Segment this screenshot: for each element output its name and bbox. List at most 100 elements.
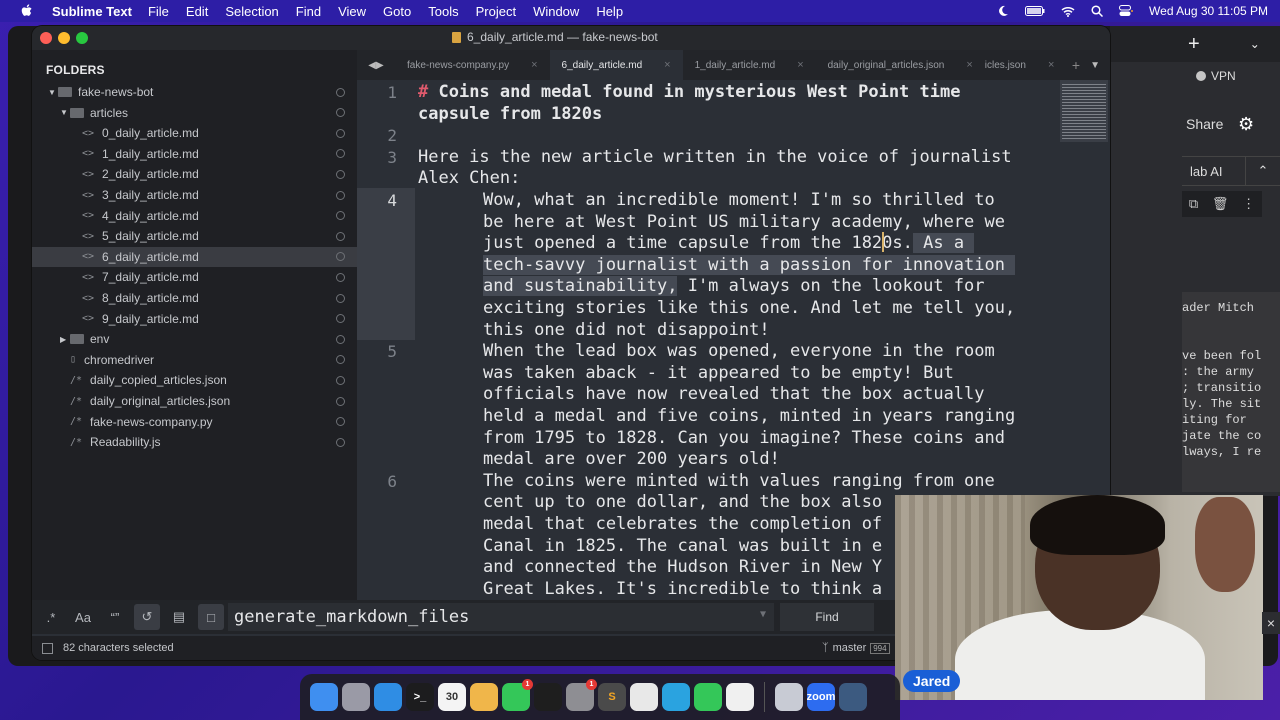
- close-tab-icon[interactable]: ×: [797, 59, 803, 71]
- dock-figma-icon[interactable]: [534, 683, 562, 711]
- disclosure-down-icon[interactable]: ▼: [48, 88, 58, 97]
- chevron-up-icon[interactable]: ⌃: [1244, 156, 1268, 186]
- toggle-panel-icon[interactable]: [42, 642, 53, 654]
- close-file-circle-icon[interactable]: [336, 108, 345, 118]
- dock-chrome-icon[interactable]: [630, 683, 658, 711]
- new-tab-plus-icon[interactable]: +: [1188, 33, 1200, 56]
- close-file-circle-icon[interactable]: [336, 87, 345, 97]
- tab-1-daily-article-md[interactable]: 1_daily_article.md ×: [683, 50, 816, 80]
- tree-file[interactable]: <> 8_daily_article.md: [32, 288, 357, 308]
- tree-file[interactable]: <> 3_daily_article.md: [32, 185, 357, 205]
- spotlight-search-icon[interactable]: [1091, 5, 1104, 17]
- tree-folder[interactable]: ▼ articles: [32, 103, 357, 123]
- menu-view[interactable]: View: [338, 4, 366, 19]
- copy-icon[interactable]: ⧉: [1189, 196, 1198, 212]
- menu-clock[interactable]: Wed Aug 30 11:05 PM: [1149, 4, 1268, 18]
- menu-project[interactable]: Project: [476, 4, 516, 19]
- close-file-circle-icon[interactable]: [336, 169, 345, 179]
- tree-file[interactable]: /* fake-news-company.py: [32, 412, 357, 432]
- control-center-icon[interactable]: [1119, 5, 1134, 17]
- menu-goto[interactable]: Goto: [383, 4, 411, 19]
- close-file-circle-icon[interactable]: [336, 272, 345, 282]
- close-tab-icon[interactable]: ×: [531, 59, 537, 71]
- tree-file[interactable]: /* daily_original_articles.json: [32, 391, 357, 411]
- moon-icon[interactable]: [997, 5, 1009, 17]
- tree-file[interactable]: <> 4_daily_article.md: [32, 206, 357, 226]
- find-history-dropdown-icon[interactable]: ▼: [760, 609, 766, 620]
- tree-file[interactable]: <> 9_daily_article.md: [32, 309, 357, 329]
- dock-terminal-icon[interactable]: >_: [406, 683, 434, 711]
- minimize-window-button[interactable]: [58, 32, 70, 44]
- new-tab-plus-icon[interactable]: +: [1072, 57, 1080, 73]
- dock-system-settings-icon[interactable]: 1: [566, 679, 597, 711]
- maximize-window-button[interactable]: [76, 32, 88, 44]
- tree-file[interactable]: ▯ chromedriver: [32, 350, 357, 370]
- trash-icon[interactable]: 🗑: [1212, 196, 1229, 212]
- tree-file[interactable]: <> 1_daily_article.md: [32, 144, 357, 164]
- gear-icon[interactable]: ⚙: [1238, 114, 1254, 135]
- dock-zoom-icon[interactable]: zoom: [807, 683, 835, 711]
- tree-file[interactable]: <> 0_daily_article.md: [32, 123, 357, 143]
- close-file-circle-icon[interactable]: [336, 149, 345, 159]
- tab-list-chevron-icon[interactable]: ⌄: [1250, 37, 1260, 51]
- tree-file[interactable]: /* Readability.js: [32, 432, 357, 452]
- share-button[interactable]: Share: [1186, 116, 1223, 132]
- tab-nav-arrows-icon[interactable]: ◀▶: [357, 60, 395, 71]
- menu-help[interactable]: Help: [596, 4, 623, 19]
- dock-facetime-icon[interactable]: 1: [502, 679, 533, 711]
- menu-tools[interactable]: Tools: [428, 4, 458, 19]
- tree-file[interactable]: <> 2_daily_article.md: [32, 164, 357, 184]
- tab-menu-icon[interactable]: ▼: [1090, 60, 1100, 71]
- dock-launchpad-icon[interactable]: [342, 683, 370, 711]
- find-button[interactable]: Find: [780, 603, 874, 631]
- ai-panel-header[interactable]: lab AI ⌃: [1182, 156, 1280, 186]
- find-option-highlight-toggle[interactable]: □: [198, 604, 224, 630]
- menu-app-name[interactable]: Sublime Text: [52, 4, 132, 19]
- close-file-circle-icon[interactable]: [336, 355, 345, 365]
- menu-selection[interactable]: Selection: [225, 4, 278, 19]
- close-tab-icon[interactable]: ×: [664, 59, 670, 71]
- menu-find[interactable]: Find: [296, 4, 321, 19]
- dock-brave-icon[interactable]: [726, 683, 754, 711]
- close-window-button[interactable]: [40, 32, 52, 44]
- disclosure-right-icon[interactable]: ▶: [60, 335, 70, 344]
- close-icon[interactable]: ×: [1262, 612, 1280, 634]
- menu-file[interactable]: File: [148, 4, 169, 19]
- dock-preview-icon[interactable]: [775, 683, 803, 711]
- dock-calendar-icon[interactable]: 30: [438, 683, 466, 711]
- battery-icon[interactable]: [1025, 6, 1045, 16]
- close-file-circle-icon[interactable]: [336, 375, 345, 385]
- find-option-case-toggle[interactable]: Aa: [70, 604, 96, 630]
- close-file-circle-icon[interactable]: [336, 190, 345, 200]
- tree-folder[interactable]: ▼ fake-news-bot: [32, 82, 357, 102]
- close-file-circle-icon[interactable]: [336, 437, 345, 447]
- close-file-circle-icon[interactable]: [336, 293, 345, 303]
- tab-fake-news-company-py[interactable]: fake-news-company.py ×: [395, 50, 550, 80]
- close-file-circle-icon[interactable]: [336, 128, 345, 138]
- close-file-circle-icon[interactable]: [336, 211, 345, 221]
- find-option-wrap-toggle[interactable]: ↺: [134, 604, 160, 630]
- tree-file[interactable]: /* daily_copied_articles.json: [32, 370, 357, 390]
- tab-articles-json[interactable]: icles.json ×: [985, 50, 1067, 80]
- close-file-circle-icon[interactable]: [336, 231, 345, 241]
- close-tab-icon[interactable]: ×: [966, 59, 972, 71]
- disclosure-down-icon[interactable]: ▼: [60, 108, 70, 117]
- close-file-circle-icon[interactable]: [336, 334, 345, 344]
- tab-6-daily-article-md[interactable]: 6_daily_article.md ×: [549, 50, 683, 80]
- tree-folder[interactable]: ▶ env: [32, 329, 357, 349]
- more-vertical-icon[interactable]: ⋮: [1242, 196, 1255, 212]
- dock-messages-icon[interactable]: [694, 683, 722, 711]
- tree-file[interactable]: <> 7_daily_article.md: [32, 267, 357, 287]
- dock-safari-icon[interactable]: [374, 683, 402, 711]
- tab-daily-original-articles-json[interactable]: daily_original_articles.json ×: [816, 50, 985, 80]
- find-option-whole-word-toggle[interactable]: “”: [102, 604, 128, 630]
- find-option-in-selection-toggle[interactable]: ▤: [166, 604, 192, 630]
- find-option-regex-toggle[interactable]: .*: [38, 604, 64, 630]
- dock-quicktime-icon[interactable]: [839, 683, 867, 711]
- apple-logo-icon[interactable]: [20, 4, 34, 18]
- dock-photos-icon[interactable]: [470, 683, 498, 711]
- menu-window[interactable]: Window: [533, 4, 579, 19]
- close-file-circle-icon[interactable]: [336, 314, 345, 324]
- dock-telegram-icon[interactable]: [662, 683, 690, 711]
- close-file-circle-icon[interactable]: [336, 396, 345, 406]
